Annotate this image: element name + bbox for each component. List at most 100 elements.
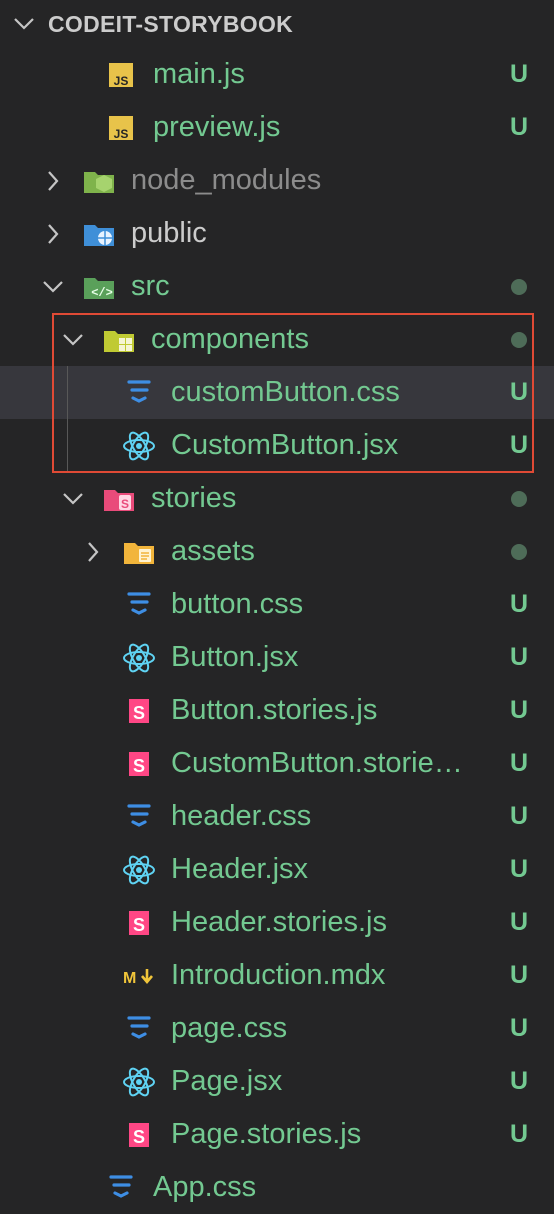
chevron-right-icon[interactable] — [40, 207, 66, 260]
git-status-untracked: U — [509, 961, 529, 989]
git-status-untracked: U — [509, 113, 529, 141]
git-status-untracked: U — [509, 696, 529, 724]
tree-row-components[interactable]: components — [0, 313, 554, 366]
tree-row-main-js[interactable]: JS main.js U — [0, 48, 554, 101]
tree-row-header-stories-js[interactable]: S Header.stories.js U — [0, 896, 554, 949]
file-name: Button.jsx — [171, 641, 299, 673]
folder-name: assets — [171, 535, 255, 567]
git-status-untracked: U — [509, 855, 529, 883]
svg-text:JS: JS — [114, 127, 129, 141]
svg-text:JS: JS — [114, 74, 129, 88]
tree-row-app-css[interactable]: App.css — [0, 1161, 554, 1214]
css-icon — [122, 800, 156, 834]
svg-text:</>: </> — [91, 286, 113, 300]
explorer-section-header[interactable]: CODEIT-STORYBOOK — [0, 0, 554, 48]
folder-name: components — [151, 323, 309, 355]
storybook-icon: S — [122, 1118, 156, 1152]
css-icon — [104, 1171, 138, 1205]
react-icon — [122, 429, 156, 463]
svg-text:M: M — [123, 970, 136, 987]
svg-text:S: S — [133, 703, 145, 723]
tree-row-introduction-mdx[interactable]: M Introduction.mdx U — [0, 949, 554, 1002]
file-tree: JS main.js U JS preview.js U node_module… — [0, 48, 554, 1214]
folder-name: src — [131, 270, 170, 302]
css-icon — [122, 588, 156, 622]
file-name: CustomButton.jsx — [171, 429, 399, 461]
file-name: main.js — [153, 58, 245, 90]
git-status-untracked: U — [509, 749, 529, 777]
git-status-untracked: U — [509, 1067, 529, 1095]
react-icon — [122, 1065, 156, 1099]
tree-row-page-stories-js[interactable]: S Page.stories.js U — [0, 1108, 554, 1161]
storybook-icon: S — [122, 694, 156, 728]
folder-name: node_modules — [131, 164, 322, 196]
chevron-right-icon[interactable] — [80, 525, 106, 578]
stories-folder-icon: S — [102, 482, 136, 516]
tree-row-custombutton-stories-js[interactable]: S CustomButton.stories.js U — [0, 737, 554, 790]
tree-row-page-jsx[interactable]: Page.jsx U — [0, 1055, 554, 1108]
file-name: page.css — [171, 1012, 288, 1044]
tree-row-button-stories-js[interactable]: S Button.stories.js U — [0, 684, 554, 737]
tree-row-button-jsx[interactable]: Button.jsx U — [0, 631, 554, 684]
file-name: CustomButton.stories.js — [171, 747, 478, 779]
markdown-icon: M — [122, 959, 156, 993]
storybook-icon: S — [122, 906, 156, 940]
file-name: button.css — [171, 588, 304, 620]
tree-row-button-css[interactable]: button.css U — [0, 578, 554, 631]
modified-dot — [484, 484, 554, 513]
modified-dot — [484, 325, 554, 354]
git-status-untracked: U — [509, 590, 529, 618]
file-name: Header.jsx — [171, 853, 309, 885]
folder-name: stories — [151, 482, 237, 514]
modified-dot — [484, 272, 554, 301]
tree-row-preview-js[interactable]: JS preview.js U — [0, 101, 554, 154]
file-name: preview.js — [153, 111, 281, 143]
tree-row-src[interactable]: </> src — [0, 260, 554, 313]
chevron-down-icon[interactable] — [40, 260, 66, 313]
indent-guide — [67, 419, 68, 472]
react-icon — [122, 641, 156, 675]
section-title: CODEIT-STORYBOOK — [48, 10, 294, 37]
file-name: App.css — [153, 1171, 257, 1203]
svg-text:S: S — [133, 1127, 145, 1147]
tree-row-header-css[interactable]: header.css U — [0, 790, 554, 843]
chevron-right-icon[interactable] — [40, 154, 66, 207]
indent-guide — [67, 366, 68, 419]
js-icon: JS — [104, 58, 138, 92]
storybook-icon: S — [122, 747, 156, 781]
chevron-down-icon[interactable] — [60, 313, 86, 366]
git-status-untracked: U — [509, 1120, 529, 1148]
tree-row-public[interactable]: public — [0, 207, 554, 260]
tree-row-node-modules[interactable]: node_modules — [0, 154, 554, 207]
js-icon: JS — [104, 111, 138, 145]
chevron-down-icon[interactable] — [0, 0, 48, 51]
file-name: Page.jsx — [171, 1065, 283, 1097]
tree-row-assets[interactable]: assets — [0, 525, 554, 578]
file-name: customButton.css — [171, 376, 400, 408]
tree-row-custombutton-css[interactable]: customButton.css U — [0, 366, 554, 419]
tree-row-custombutton-jsx[interactable]: CustomButton.jsx U — [0, 419, 554, 472]
components-folder-icon — [102, 323, 136, 357]
modified-dot — [484, 537, 554, 566]
css-icon — [122, 1012, 156, 1046]
tree-row-header-jsx[interactable]: Header.jsx U — [0, 843, 554, 896]
file-name: header.css — [171, 800, 312, 832]
chevron-down-icon[interactable] — [60, 472, 86, 525]
svg-text:S: S — [121, 497, 129, 511]
css-icon — [122, 376, 156, 410]
git-status-untracked: U — [509, 908, 529, 936]
tree-row-stories[interactable]: S stories — [0, 472, 554, 525]
file-name: Header.stories.js — [171, 906, 387, 938]
src-folder-icon: </> — [82, 270, 116, 304]
assets-folder-icon — [122, 535, 156, 569]
git-status-untracked: U — [509, 378, 529, 406]
git-status-untracked: U — [509, 643, 529, 671]
git-status-untracked: U — [509, 1014, 529, 1042]
folder-name: public — [131, 217, 207, 249]
file-name: Introduction.mdx — [171, 959, 386, 991]
file-name: Button.stories.js — [171, 694, 378, 726]
git-status-untracked: U — [509, 802, 529, 830]
tree-row-page-css[interactable]: page.css U — [0, 1002, 554, 1055]
svg-text:S: S — [133, 756, 145, 776]
file-name: Page.stories.js — [171, 1118, 362, 1150]
